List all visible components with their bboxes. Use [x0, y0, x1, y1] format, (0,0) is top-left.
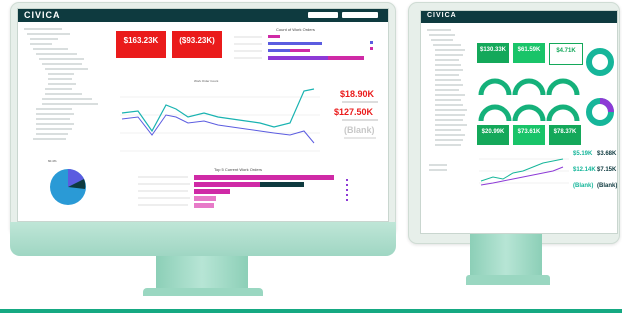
- dashboard-right-screen: CIVICA $130.33K $61.59K $4.71K $20.99K $…: [420, 10, 618, 234]
- gauge-arc: [546, 104, 580, 122]
- monitor-right-base: [466, 275, 550, 285]
- pie-chart: [50, 169, 86, 205]
- metric-value: (Blank): [573, 183, 594, 189]
- tile-value: $20.99K: [481, 129, 505, 135]
- tile-value: $78.37K: [553, 129, 577, 135]
- kpi-tile: $163.23K: [116, 31, 166, 58]
- monitor-left-chin: [10, 222, 396, 256]
- gauge-arc: [546, 78, 580, 96]
- metric-tile: $73.61K: [513, 125, 545, 145]
- pie-value: 60.4%: [48, 159, 57, 163]
- bar-chart-title: Count of Work Orders: [276, 27, 315, 32]
- dashboard-header: CIVICA: [421, 11, 617, 23]
- metric-value: $7.15K: [597, 167, 617, 173]
- brand-logo: CIVICA: [24, 10, 61, 20]
- top5-bar-chart: [138, 175, 348, 208]
- bar-segment: [268, 35, 280, 38]
- tile-value: $4.71K: [556, 48, 576, 54]
- metric-tile: $20.99K: [477, 125, 509, 145]
- bar-segment: [328, 56, 364, 60]
- hierarchy-tree: [427, 29, 467, 171]
- metric-label: [344, 137, 376, 139]
- bar: [194, 175, 334, 180]
- kpi-tile: ($93.23K): [172, 31, 222, 58]
- gauge-arc: [478, 78, 512, 96]
- legend-swatch: [370, 47, 373, 50]
- donut-chart: [586, 48, 614, 76]
- kpi-value: $163.23K: [123, 36, 159, 45]
- bottom-chart-title: Top 5 Current Work Orders: [214, 167, 262, 172]
- metric-tile: $130.33K: [477, 43, 509, 63]
- gauge-row: [478, 78, 580, 122]
- line-series: [480, 166, 564, 186]
- work-order-bar-chart: [234, 35, 373, 60]
- metric-label: [342, 101, 378, 103]
- line-legend: Work Order Count: [194, 79, 219, 83]
- monitor-left-base: [143, 288, 263, 296]
- bar-segment: [268, 49, 290, 52]
- metric-tile: $61.59K: [513, 43, 545, 63]
- filter-dropdown[interactable]: [342, 12, 378, 18]
- bar: [194, 196, 216, 201]
- metric-value: $5.19K: [573, 151, 593, 157]
- monitor-left-stand: [156, 256, 248, 290]
- metric-tile: $4.71K: [549, 43, 583, 65]
- metric-value: (Blank): [597, 183, 618, 189]
- filter-dropdown[interactable]: [308, 12, 338, 18]
- bar-segment: [290, 49, 310, 52]
- metric-tile: $78.37K: [549, 125, 581, 145]
- metric-value: $12.14K: [573, 167, 596, 173]
- monitor-right-stand: [470, 232, 542, 278]
- dashboard-left-screen: CIVICA $163.23K ($93.23K) Count of Work …: [17, 8, 389, 222]
- tile-value: $73.61K: [517, 129, 541, 135]
- metric-value: $3.68K: [597, 151, 617, 157]
- work-order-line-chart: [120, 88, 320, 152]
- bar-segment: [268, 42, 322, 45]
- metric-value: $127.50K: [334, 107, 374, 117]
- donut-chart: [586, 98, 614, 126]
- metric-label: [342, 119, 378, 121]
- trend-line-chart: [479, 158, 569, 186]
- tile-value: $61.59K: [517, 47, 541, 53]
- gauge-arc: [478, 104, 512, 122]
- gauge-arc: [512, 104, 546, 122]
- brand-logo: CIVICA: [427, 12, 457, 19]
- gauge-arc: [512, 78, 546, 96]
- floor-line: [0, 309, 622, 313]
- tile-value: $130.33K: [479, 47, 507, 53]
- dashboard-header: CIVICA: [18, 9, 388, 22]
- bar-segment: [268, 56, 328, 60]
- kpi-value: ($93.23K): [179, 36, 215, 45]
- metric-value: (Blank): [344, 125, 375, 135]
- bar: [194, 189, 230, 194]
- bar: [194, 182, 260, 187]
- tree-lines: [24, 28, 98, 140]
- hierarchy-tree: [22, 25, 108, 175]
- bar: [194, 203, 214, 208]
- bar: [260, 182, 304, 187]
- legend-swatch: [370, 41, 373, 44]
- metric-value: $18.90K: [340, 89, 375, 99]
